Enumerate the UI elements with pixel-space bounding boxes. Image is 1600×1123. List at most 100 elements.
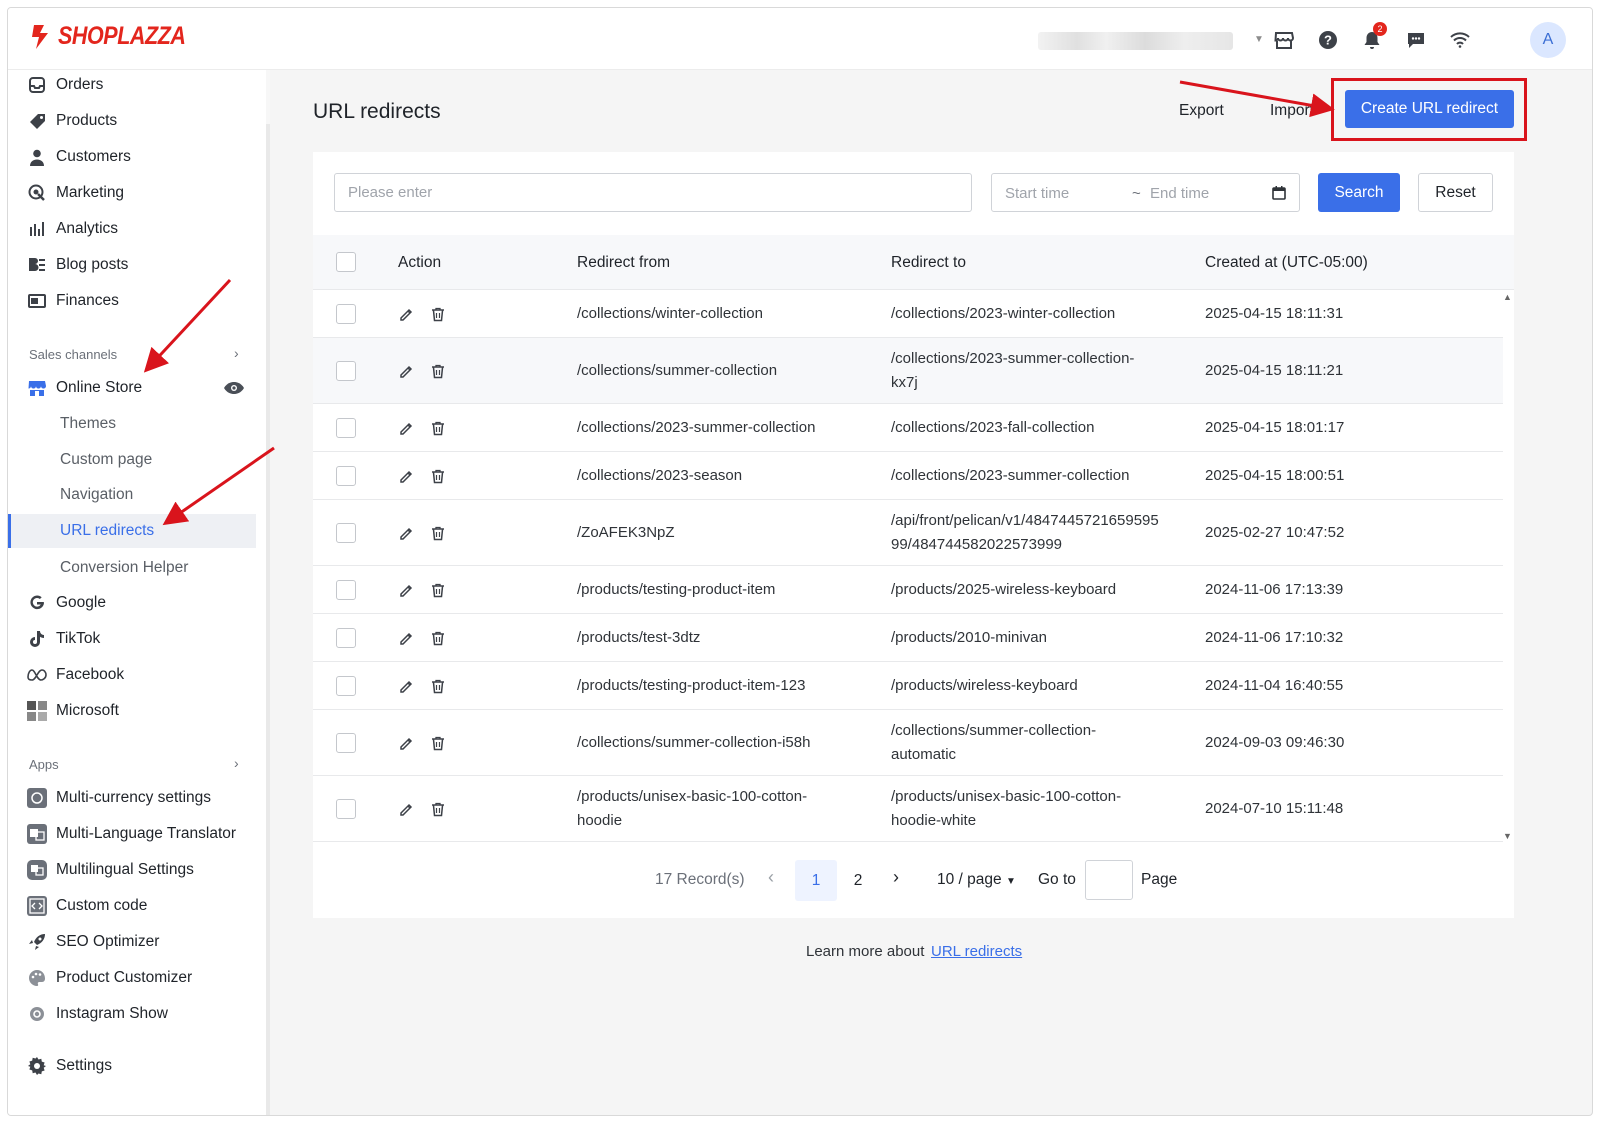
edit-pencil-icon[interactable] [397, 362, 415, 380]
row-actions [397, 419, 447, 437]
edit-pencil-icon[interactable] [397, 419, 415, 437]
table-row[interactable]: /ZoAFEK3NpZ/api/front/pelican/v1/4847445… [313, 500, 1503, 566]
bell-icon[interactable]: 2 [1360, 22, 1387, 52]
table-row[interactable]: /collections/2023-season/collections/202… [313, 452, 1503, 500]
search-input[interactable]: Please enter [334, 173, 972, 212]
edit-pencil-icon[interactable] [397, 800, 415, 818]
row-checkbox[interactable] [336, 466, 356, 486]
table-row[interactable]: /products/test-3dtz/products/2010-miniva… [313, 614, 1503, 662]
chevron-right-icon[interactable]: › [234, 755, 239, 771]
select-all-checkbox[interactable] [336, 252, 356, 272]
row-checkbox[interactable] [336, 523, 356, 543]
sidebar-item-navigation[interactable]: Navigation [8, 478, 266, 512]
edit-pencil-icon[interactable] [397, 677, 415, 695]
page-size-select[interactable]: 10 / page ▼ [937, 871, 1016, 889]
caret-down-icon[interactable]: ▼ [1254, 34, 1264, 45]
sidebar-item-settings[interactable]: Settings [8, 1049, 266, 1083]
sidebar-item-products[interactable]: Products [8, 104, 266, 138]
redirect-to-cell: /api/front/pelican/v1/4847445721659595 99… [891, 509, 1159, 557]
logo[interactable]: SHOPLAZZA [30, 22, 206, 51]
edit-pencil-icon[interactable] [397, 581, 415, 599]
sidebar-item-conversion-helper[interactable]: Conversion Helper [8, 551, 266, 585]
help-icon[interactable]: ? [1316, 28, 1340, 52]
date-range-picker[interactable]: Start time ~ End time [991, 173, 1300, 212]
sidebar-item-customers[interactable]: Customers [8, 140, 266, 174]
delete-trash-icon[interactable] [429, 305, 447, 323]
storefront-icon[interactable] [1272, 28, 1296, 52]
goto-page-input[interactable] [1085, 860, 1133, 900]
delete-trash-icon[interactable] [429, 419, 447, 437]
sidebar-item-instagram-show[interactable]: Instagram Show [8, 997, 266, 1031]
row-checkbox[interactable] [336, 733, 356, 753]
wifi-icon[interactable] [1448, 28, 1472, 52]
sidebar-item-custom-code[interactable]: Custom code [8, 889, 266, 923]
edit-pencil-icon[interactable] [397, 629, 415, 647]
sidebar-item-label: Online Store [56, 379, 143, 396]
edit-pencil-icon[interactable] [397, 524, 415, 542]
sidebar-item-multilingual-settings[interactable]: Multilingual Settings [8, 853, 266, 887]
edit-pencil-icon[interactable] [397, 305, 415, 323]
table-body[interactable]: /collections/winter-collection/collectio… [313, 290, 1503, 843]
delete-trash-icon[interactable] [429, 677, 447, 695]
row-checkbox[interactable] [336, 580, 356, 600]
chevron-left-icon[interactable]: ‹ [768, 867, 788, 891]
page-button-2[interactable]: 2 [837, 860, 879, 901]
eye-icon[interactable] [223, 381, 245, 395]
import-button[interactable]: Import [1270, 102, 1314, 120]
row-checkbox[interactable] [336, 418, 356, 438]
row-checkbox[interactable] [336, 628, 356, 648]
delete-trash-icon[interactable] [429, 581, 447, 599]
delete-trash-icon[interactable] [429, 800, 447, 818]
column-header-created-at[interactable]: Created at (UTC-05:00) [1205, 254, 1368, 272]
edit-pencil-icon[interactable] [397, 734, 415, 752]
sidebar-item-custom-page[interactable]: Custom page [8, 443, 266, 477]
sidebar-item-finances[interactable]: Finances [8, 284, 266, 318]
sidebar-item-seo-optimizer[interactable]: SEO Optimizer [8, 925, 266, 959]
delete-trash-icon[interactable] [429, 734, 447, 752]
row-checkbox[interactable] [336, 799, 356, 819]
sidebar-item-blog-posts[interactable]: Blog posts [8, 248, 266, 282]
chevron-right-icon[interactable]: › [893, 867, 913, 891]
row-checkbox[interactable] [336, 304, 356, 324]
row-checkbox[interactable] [336, 361, 356, 381]
sidebar-item-themes[interactable]: Themes [8, 407, 266, 441]
sidebar-scrollbar[interactable] [266, 70, 270, 1115]
search-button[interactable]: Search [1318, 173, 1400, 212]
chat-icon[interactable] [1404, 28, 1428, 52]
sidebar-item-multi-language-translator[interactable]: Multi-Language Translator [8, 817, 266, 851]
delete-trash-icon[interactable] [429, 629, 447, 647]
sidebar-item-google[interactable]: Google [8, 586, 266, 620]
delete-trash-icon[interactable] [429, 467, 447, 485]
chevron-right-icon[interactable]: › [234, 345, 239, 361]
row-checkbox[interactable] [336, 676, 356, 696]
export-button[interactable]: Export [1179, 102, 1224, 120]
delete-trash-icon[interactable] [429, 362, 447, 380]
table-row[interactable]: /collections/summer-collection-i58h/coll… [313, 710, 1503, 776]
sidebar-item-microsoft[interactable]: Microsoft [8, 694, 266, 728]
delete-trash-icon[interactable] [429, 524, 447, 542]
sidebar-item-marketing[interactable]: Marketing [8, 176, 266, 210]
avatar[interactable]: A [1530, 22, 1566, 58]
sidebar-item-analytics[interactable]: Analytics [8, 212, 266, 246]
table-row[interactable]: /products/testing-product-item/products/… [313, 566, 1503, 614]
sidebar-item-online-store[interactable]: Online Store [8, 371, 266, 405]
table-row[interactable]: /collections/2023-summer-collection/coll… [313, 404, 1503, 452]
redirect-from-cell: /collections/winter-collection [577, 302, 763, 326]
table-row[interactable]: /collections/summer-collection/collectio… [313, 338, 1503, 404]
page-button-1[interactable]: 1 [795, 860, 837, 901]
url-redirects-help-link[interactable]: URL redirects [931, 943, 1022, 960]
reset-button[interactable]: Reset [1418, 173, 1493, 212]
scroll-up-icon[interactable]: ▲ [1503, 292, 1512, 302]
sidebar-item-multi-currency[interactable]: Multi-currency settings [8, 781, 266, 815]
table-row[interactable]: /products/testing-product-item-123/produ… [313, 662, 1503, 710]
sidebar-item-tiktok[interactable]: TikTok [8, 622, 266, 656]
sidebar-item-orders[interactable]: Orders [8, 68, 266, 102]
table-row[interactable]: /products/unisex-basic-100-cotton-hoodie… [313, 776, 1503, 842]
store-selector[interactable] [1038, 32, 1233, 50]
sidebar-item-facebook[interactable]: Facebook [8, 658, 266, 692]
table-row[interactable]: /collections/winter-collection/collectio… [313, 290, 1503, 338]
sidebar-item-url-redirects[interactable]: URL redirects [8, 514, 256, 548]
sidebar-item-product-customizer[interactable]: Product Customizer [8, 961, 266, 995]
scroll-down-icon[interactable]: ▼ [1503, 831, 1512, 841]
edit-pencil-icon[interactable] [397, 467, 415, 485]
